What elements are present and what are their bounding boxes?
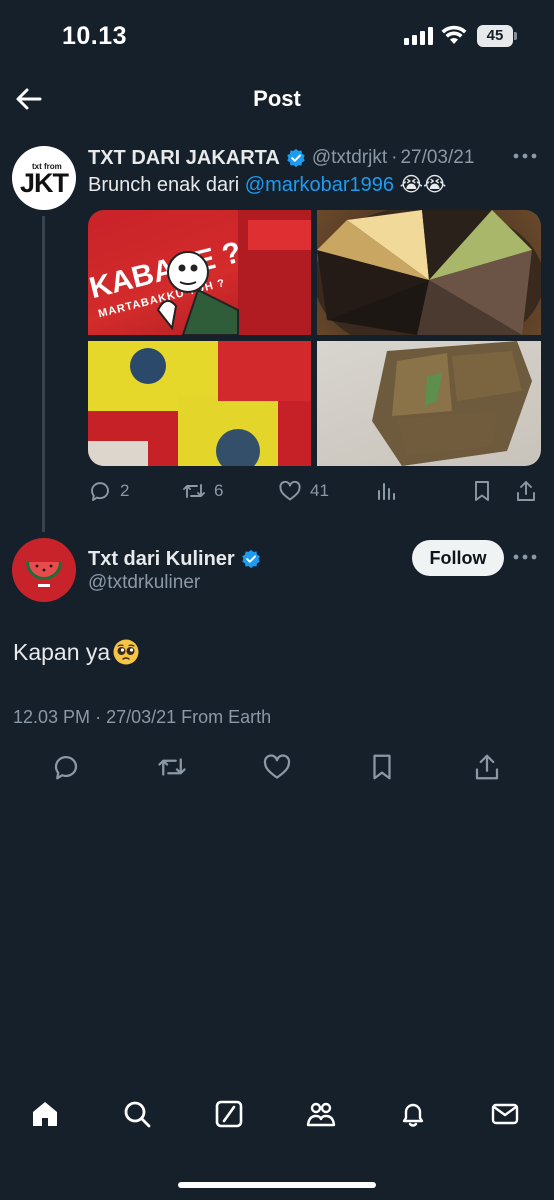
like-button[interactable]	[262, 752, 294, 784]
tweet-text-prefix: Brunch enak dari	[88, 174, 245, 196]
like-action[interactable]: 41	[278, 476, 329, 506]
bookmark-icon	[373, 754, 391, 780]
media-grid: KABARE ? MARTABAKKU TOH ?	[88, 210, 541, 466]
tweet-actions: 2 6 41	[88, 476, 544, 506]
tab-search[interactable]	[121, 1098, 157, 1134]
retweet-icon	[183, 484, 205, 498]
more-icon[interactable]	[512, 150, 538, 162]
reply-icon	[54, 756, 78, 780]
avatar-logo-text: JKT	[20, 168, 69, 198]
follow-button[interactable]: Follow	[412, 540, 504, 576]
share-button[interactable]	[472, 752, 504, 784]
like-count: 41	[310, 481, 329, 500]
home-indicator[interactable]	[178, 1182, 376, 1188]
status-time: 10.13	[62, 22, 128, 50]
retweet-icon	[158, 758, 186, 776]
reply-time: 12.03 PM	[13, 707, 91, 727]
post-screen: 10.13 45 Post txt from JKT TXT DARI JAKA…	[0, 0, 554, 1200]
tab-messages[interactable]	[489, 1098, 525, 1134]
tweet-text-suffix: 😭😭	[394, 174, 447, 196]
verified-icon	[241, 549, 260, 569]
notifications-icon	[402, 1103, 424, 1127]
pleading-face-emoji-icon	[113, 639, 139, 665]
media-photo-4[interactable]	[317, 341, 541, 466]
media-photo-2[interactable]	[317, 210, 541, 335]
reply-actions	[0, 750, 554, 786]
battery-icon: 45	[477, 25, 517, 47]
views-icon	[378, 483, 395, 500]
header: Post	[0, 74, 554, 124]
media-photo-3[interactable]	[88, 341, 311, 466]
reply-author-name[interactable]: Txt dari Kuliner	[88, 548, 235, 571]
verified-icon	[287, 148, 305, 168]
tweet-header: TXT DARI JAKARTA @txtdrjkt · 27/03/21	[88, 144, 508, 172]
tab-home[interactable]	[29, 1098, 65, 1134]
reply-button[interactable]	[51, 752, 83, 784]
grok-icon	[215, 1100, 243, 1128]
share-action[interactable]	[514, 476, 538, 506]
reply-count: 2	[120, 481, 130, 500]
avatar-txtdrkuliner[interactable]	[12, 538, 76, 602]
tab-communities[interactable]	[305, 1098, 341, 1134]
separator: ·	[95, 707, 102, 727]
views-action[interactable]	[374, 476, 398, 506]
bookmark-icon	[475, 481, 489, 501]
reply-author-handle[interactable]: @txtdrkuliner	[88, 572, 200, 594]
tweet-text: Brunch enak dari @markobar1996 😭😭	[88, 172, 446, 197]
bottom-tab-bar	[0, 1090, 554, 1146]
tab-notifications[interactable]	[397, 1098, 433, 1134]
thread-line	[42, 216, 45, 532]
share-icon	[517, 481, 535, 501]
reply-icon	[91, 482, 109, 501]
reply-action[interactable]: 2	[88, 476, 129, 506]
share-icon	[475, 754, 499, 780]
author-handle[interactable]: @txtdrjkt	[312, 147, 387, 169]
retweet-action[interactable]: 6	[182, 476, 223, 506]
reply-text: Kapan ya	[13, 638, 140, 666]
author-name[interactable]: TXT DARI JAKARTA	[88, 147, 280, 170]
mention-link[interactable]: @markobar1996	[245, 174, 394, 196]
more-icon[interactable]	[512, 551, 538, 563]
tweet-date: 27/03/21	[400, 147, 475, 168]
tab-grok[interactable]	[213, 1098, 249, 1134]
status-bar: 10.13 45	[0, 0, 554, 74]
media-photo-1[interactable]: KABARE ? MARTABAKKU TOH ?	[88, 210, 311, 335]
reply-date: 27/03/21	[106, 707, 177, 727]
reply-meta: 12.03 PM · 27/03/21 From Earth	[13, 707, 271, 728]
separator: ·	[391, 147, 398, 168]
bookmark-action[interactable]	[470, 476, 494, 506]
reply-source[interactable]: From Earth	[181, 707, 271, 727]
signal-icon	[404, 27, 433, 45]
retweet-button[interactable]	[157, 752, 189, 784]
messages-icon	[491, 1103, 519, 1125]
page-title: Post	[253, 86, 301, 111]
home-icon	[33, 1102, 57, 1126]
wifi-icon	[441, 25, 467, 44]
reply-author-row: Txt dari Kuliner	[88, 545, 261, 573]
reply-text-body: Kapan ya	[13, 638, 111, 665]
search-icon	[124, 1101, 151, 1128]
communities-icon	[306, 1102, 336, 1127]
retweet-count: 6	[214, 481, 224, 500]
battery-level: 45	[477, 25, 513, 47]
avatar-txtdrjkt[interactable]: txt from JKT	[12, 146, 76, 210]
like-icon	[279, 480, 301, 501]
watermelon-logo-icon	[26, 562, 62, 587]
like-icon	[263, 754, 291, 779]
bookmark-button[interactable]	[367, 752, 399, 784]
